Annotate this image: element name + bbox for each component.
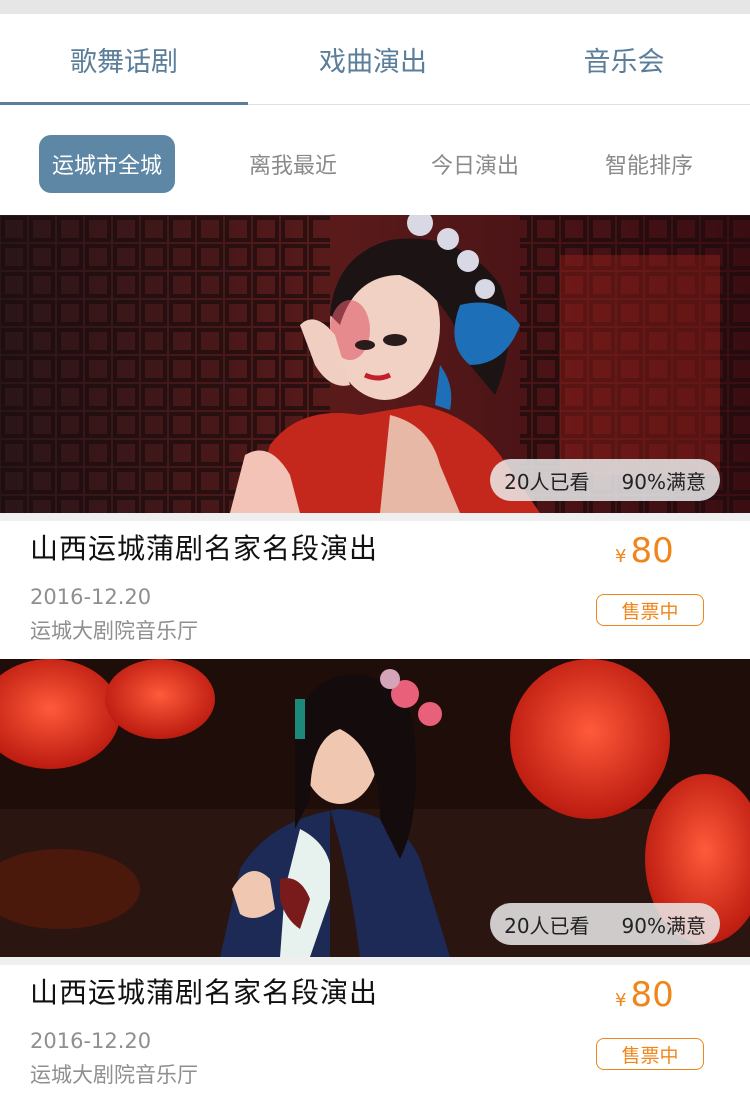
on-sale-button[interactable]: 售票中: [596, 594, 704, 626]
event-price: ¥ 80: [615, 531, 674, 571]
top-strip: [0, 0, 750, 14]
event-title[interactable]: 山西运城蒲剧名家名段演出: [30, 971, 378, 1011]
divider: [0, 957, 750, 965]
filter-bar: 运城市全城 离我最近 今日演出 智能排序: [0, 105, 750, 215]
tab-opera[interactable]: 戏曲演出: [248, 14, 498, 104]
poster-stats: 20人已看 90%满意: [490, 903, 720, 945]
price-value: 80: [630, 975, 674, 1015]
category-tabs: 歌舞话剧 戏曲演出 音乐会: [0, 14, 750, 105]
tab-concert[interactable]: 音乐会: [498, 14, 750, 104]
views-count: 20人已看: [504, 913, 590, 938]
on-sale-button[interactable]: 售票中: [596, 1038, 704, 1070]
currency-symbol: ¥: [615, 546, 627, 567]
event-date: 2016-12.20: [30, 1029, 152, 1053]
filter-city[interactable]: 运城市全城: [39, 135, 175, 193]
event-info: 山西运城蒲剧名家名段演出 2016-12.20 运城大剧院音乐厅 ¥ 80 售票…: [0, 965, 750, 1103]
event-date: 2016-12.20: [30, 585, 152, 609]
currency-symbol: ¥: [615, 990, 627, 1011]
event-price: ¥ 80: [615, 975, 674, 1015]
views-count: 20人已看: [504, 469, 590, 494]
event-info: 山西运城蒲剧名家名段演出 2016-12.20 运城大剧院音乐厅 ¥ 80 售票…: [0, 521, 750, 659]
event-venue: 运城大剧院音乐厅: [30, 1063, 198, 1087]
event-venue: 运城大剧院音乐厅: [30, 619, 198, 643]
poster-stats: 20人已看 90%满意: [490, 459, 720, 501]
event-card[interactable]: 20人已看 90%满意 山西运城蒲剧名家名段演出 2016-12.20 运城大剧…: [0, 659, 750, 1103]
divider: [0, 513, 750, 521]
filter-smart-sort[interactable]: 智能排序: [584, 135, 714, 193]
event-title[interactable]: 山西运城蒲剧名家名段演出: [30, 527, 378, 567]
event-poster[interactable]: 20人已看 90%满意: [0, 215, 750, 513]
satisfaction-rate: 90%满意: [621, 469, 706, 494]
event-poster[interactable]: 20人已看 90%满意: [0, 659, 750, 957]
filter-nearest[interactable]: 离我最近: [228, 135, 358, 193]
price-value: 80: [630, 531, 674, 571]
tab-dance-drama[interactable]: 歌舞话剧: [0, 14, 248, 105]
satisfaction-rate: 90%满意: [621, 913, 706, 938]
event-card[interactable]: 20人已看 90%满意 山西运城蒲剧名家名段演出 2016-12.20 运城大剧…: [0, 215, 750, 659]
filter-today[interactable]: 今日演出: [410, 135, 540, 193]
